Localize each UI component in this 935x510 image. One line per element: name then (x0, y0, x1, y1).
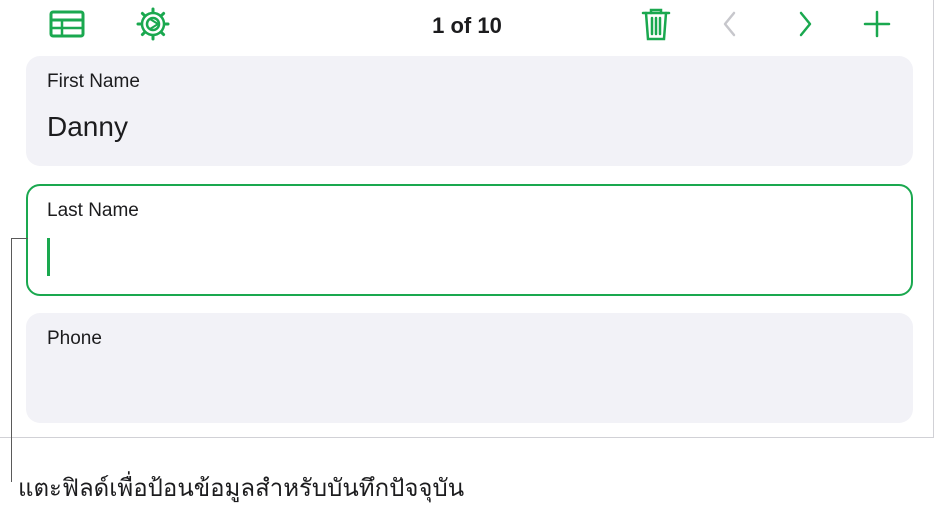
callout-line (11, 238, 12, 482)
add-record-button[interactable] (857, 8, 897, 44)
field-label: Last Name (47, 200, 139, 221)
toolbar: 1 of 10 (0, 0, 934, 54)
phone-field[interactable]: Phone (26, 313, 913, 423)
plus-icon (863, 10, 891, 43)
field-value: Danny (47, 111, 128, 142)
text-cursor (47, 238, 50, 276)
form-screen: 1 of 10 First Name Danny Last Name Phone (0, 0, 934, 438)
last-name-field[interactable]: Last Name (26, 184, 913, 296)
next-record-button[interactable] (785, 8, 825, 44)
chevron-right-icon (795, 10, 815, 43)
callout-pointer (11, 238, 28, 239)
callout-text: แตะฟิลด์เพื่อป้อนข้อมูลสำหรับบันทึกปัจจุ… (18, 475, 465, 502)
chevron-left-icon (720, 10, 740, 43)
delete-record-button[interactable] (636, 8, 676, 44)
field-label: Phone (47, 328, 102, 349)
first-name-field[interactable]: First Name Danny (26, 56, 913, 166)
previous-record-button[interactable] (710, 8, 750, 44)
trash-icon (641, 7, 671, 46)
field-label: First Name (47, 71, 140, 92)
